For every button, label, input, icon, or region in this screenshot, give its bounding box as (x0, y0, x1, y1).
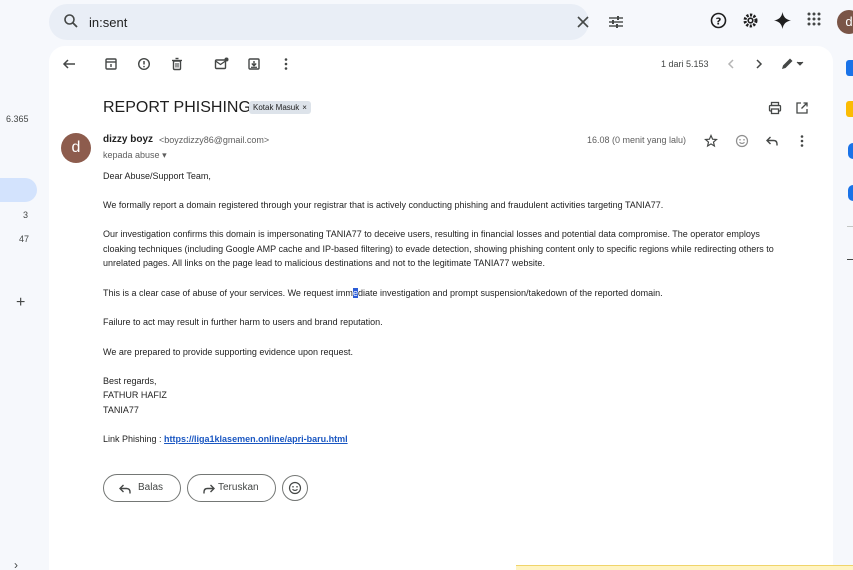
message-more-icon[interactable] (795, 134, 809, 153)
delete-icon[interactable] (170, 57, 186, 73)
message-subject: REPORT PHISHING (103, 99, 251, 116)
calendar-app-icon[interactable] (846, 60, 853, 76)
star-icon[interactable] (704, 133, 718, 153)
tasks-app-icon[interactable] (848, 143, 853, 159)
remove-label-icon[interactable]: × (302, 103, 307, 112)
add-addon-icon[interactable] (847, 259, 853, 260)
emoji-reaction-button[interactable] (282, 475, 308, 501)
sender-name[interactable]: dizzy boyz (103, 134, 153, 145)
message-paragraph-4: Failure to act may result in further har… (103, 317, 383, 327)
label-chip-text: Kotak Masuk (253, 103, 300, 112)
p3-text-before: This is a clear case of abuse of your se… (103, 288, 353, 298)
gemini-icon[interactable] (774, 12, 791, 34)
archive-icon[interactable] (104, 57, 120, 73)
report-spam-icon[interactable] (137, 57, 153, 73)
mark-unread-icon[interactable] (214, 57, 230, 73)
reply-button[interactable]: Balas (103, 474, 181, 502)
message-timestamp: 16.08 (0 menit yang lalu) (587, 135, 687, 145)
input-tools-icon[interactable] (780, 57, 806, 73)
apps-icon[interactable] (807, 12, 821, 31)
message-paragraph-3: This is a clear case of abuse of your se… (103, 286, 793, 301)
left-sidebar: 6.365 3 47 + › (0, 0, 48, 570)
p3-text-after: diate investigation and prompt suspensio… (357, 288, 663, 298)
account-avatar[interactable]: d (837, 10, 853, 34)
inbox-label-chip[interactable]: Kotak Masuk × (249, 101, 311, 114)
chevron-right-icon[interactable] (752, 57, 768, 73)
move-to-icon[interactable] (247, 57, 263, 73)
sidebar-count-other: 47 (19, 234, 30, 244)
svg-text:?: ? (716, 17, 722, 28)
message-pane: 1 dari 5.153 REPORT PHISHING Kotak Masuk… (49, 46, 833, 570)
signature-line-3: TANIA77 (103, 405, 139, 415)
phishing-link[interactable]: https://liga1klasemen.online/apri-baru.h… (164, 434, 348, 444)
message-paragraph-2: Our investigation confirms this domain i… (103, 229, 774, 268)
message-paragraph-1: We formally report a domain registered t… (103, 200, 664, 210)
signature-line-1: Best regards, (103, 376, 157, 386)
chevron-right-icon[interactable]: › (14, 558, 18, 570)
message-paragraph-5: We are prepared to provide supporting ev… (103, 347, 353, 357)
recipient-dropdown-icon[interactable]: ▾ (162, 150, 167, 160)
forward-button-label: Teruskan (218, 482, 259, 493)
rail-divider (847, 226, 853, 227)
sidebar-count-inbox: 6.365 (6, 114, 29, 124)
contacts-app-icon[interactable] (848, 185, 853, 201)
chevron-left-icon[interactable] (724, 57, 740, 73)
sender-email: <boyzdizzy86@gmail.com> (159, 135, 270, 145)
phishing-link-line: Link Phishing : https://liga1klasemen.on… (103, 432, 793, 447)
sender-avatar[interactable]: d (61, 133, 91, 163)
smiley-icon (288, 481, 302, 495)
search-bar[interactable] (49, 4, 623, 40)
open-new-window-icon[interactable] (795, 101, 809, 120)
reply-icon (118, 481, 132, 507)
sidebar-item-sent-active[interactable] (0, 178, 37, 202)
reply-icon[interactable] (765, 134, 779, 153)
print-icon[interactable] (768, 101, 782, 120)
top-bar: ? d (0, 0, 853, 44)
help-icon[interactable]: ? (710, 12, 727, 34)
bottom-notification-strip (516, 565, 853, 570)
pager-count: 1 dari 5.153 (661, 59, 709, 69)
search-options-icon[interactable] (608, 15, 624, 34)
side-panel-rail (840, 46, 853, 570)
reply-button-label: Balas (138, 482, 164, 493)
sidebar-count-drafts: 3 (23, 210, 29, 220)
back-arrow-icon[interactable] (62, 57, 78, 73)
search-icon[interactable] (63, 13, 79, 34)
forward-button[interactable]: Teruskan (187, 474, 276, 502)
clear-search-icon[interactable] (576, 15, 590, 34)
recipient-line[interactable]: kepada abuse ▾ (103, 150, 167, 161)
forward-icon (202, 481, 216, 507)
search-input[interactable] (89, 12, 489, 32)
signature-line-2: FATHUR HAFIZ (103, 390, 167, 400)
message-greeting: Dear Abuse/Support Team, (103, 171, 211, 181)
settings-icon[interactable] (742, 12, 759, 34)
keep-app-icon[interactable] (846, 101, 853, 117)
phishing-link-label: Link Phishing : (103, 434, 165, 444)
emoji-reaction-icon[interactable] (735, 134, 749, 153)
recipient-text: kepada abuse (103, 150, 160, 160)
add-label-icon[interactable]: + (16, 294, 25, 312)
more-vert-icon[interactable] (279, 57, 295, 73)
